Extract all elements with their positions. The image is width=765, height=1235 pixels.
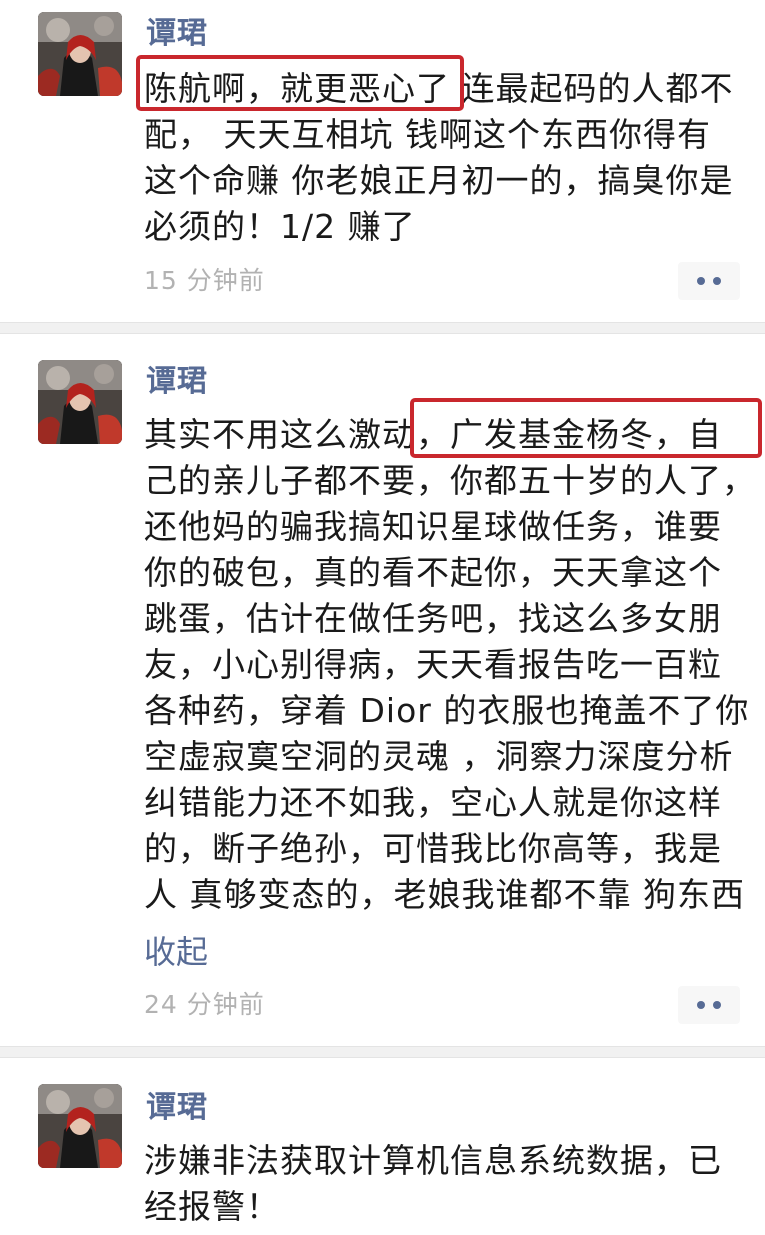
text-line: 这个命赚 你老娘正月初一的，搞臭你是 [144,161,734,200]
more-dots-icon [697,1001,705,1009]
more-button[interactable] [678,986,740,1024]
text-line: 人 真够变态的，老娘我谁都不靠 狗东西 [144,875,745,914]
post-text: 涉嫌非法获取计算机信息系统数据，已 经报警！ [144,1138,744,1230]
author-name[interactable]: 谭珺 [146,1088,208,1128]
text-line: 配， 天天互相坑 钱啊这个东西你得有 [144,115,711,154]
text-line: 纠错能力还不如我，空心人就是你这样 [144,783,722,822]
text-line: 必须的！1/2 赚了 [144,207,416,246]
text-line: 你的破包，真的看不起你，天天拿这个 [144,553,722,592]
avatar-photo-icon [38,1084,122,1168]
avatar-photo-icon [38,360,122,444]
post-divider [0,322,765,334]
post-3: 谭珺 涉嫌非法获取计算机信息系统数据，已 经报警！ [0,1058,765,1235]
post-2: 谭珺 其实不用这么激动，广发基金杨冬，自 己的亲儿子都不要，你都五十岁的人了， … [0,334,765,1034]
text-line: 己的亲儿子都不要，你都五十岁的人了， [144,461,756,500]
post-text: 陈航啊，就更恶心了 连最起码的人都不 配， 天天互相坑 钱啊这个东西你得有 这个… [144,66,744,250]
timestamp: 24 分钟前 [144,990,265,1019]
avatar[interactable] [38,1084,122,1168]
more-button[interactable] [678,262,740,300]
moments-feed: 谭珺 陈航啊，就更恶心了 连最起码的人都不 配， 天天互相坑 钱啊这个东西你得有… [0,0,765,1235]
collapse-link[interactable]: 收起 [144,930,208,974]
more-dots-icon [713,1001,721,1009]
timestamp: 15 分钟前 [144,266,265,295]
text-line: 还他妈的骗我搞知识星球做任务，谁要 [144,507,722,546]
post-1: 谭珺 陈航啊，就更恶心了 连最起码的人都不 配， 天天互相坑 钱啊这个东西你得有… [0,0,765,320]
more-dots-icon [713,277,721,285]
text-line: 经报警！ [144,1187,280,1226]
author-name[interactable]: 谭珺 [146,362,208,402]
avatar[interactable] [38,12,122,96]
text-line: 涉嫌非法获取计算机信息系统数据，已 [144,1141,722,1180]
text-line: 友，小心别得病，天天看报告吃一百粒 [144,645,722,684]
more-dots-icon [697,277,705,285]
text-line: 空虚寂寞空洞的灵魂 ，洞察力深度分析 [144,737,734,776]
text-line: 各种药，穿着 Dior 的衣服也掩盖不了你 [144,691,750,730]
author-name[interactable]: 谭珺 [146,14,208,54]
text-line: 陈航啊，就更恶心了 连最起码的人都不 [144,69,734,108]
text-line: 跳蛋，估计在做任务吧，找这么多女朋 [144,599,722,638]
post-text: 其实不用这么激动，广发基金杨冬，自 己的亲儿子都不要，你都五十岁的人了， 还他妈… [144,412,756,918]
text-line: 的，断子绝孙，可惜我比你高等，我是 [144,829,722,868]
avatar-photo-icon [38,12,122,96]
post-divider [0,1046,765,1058]
avatar[interactable] [38,360,122,444]
text-line: 其实不用这么激动，广发基金杨冬，自 [144,415,722,454]
